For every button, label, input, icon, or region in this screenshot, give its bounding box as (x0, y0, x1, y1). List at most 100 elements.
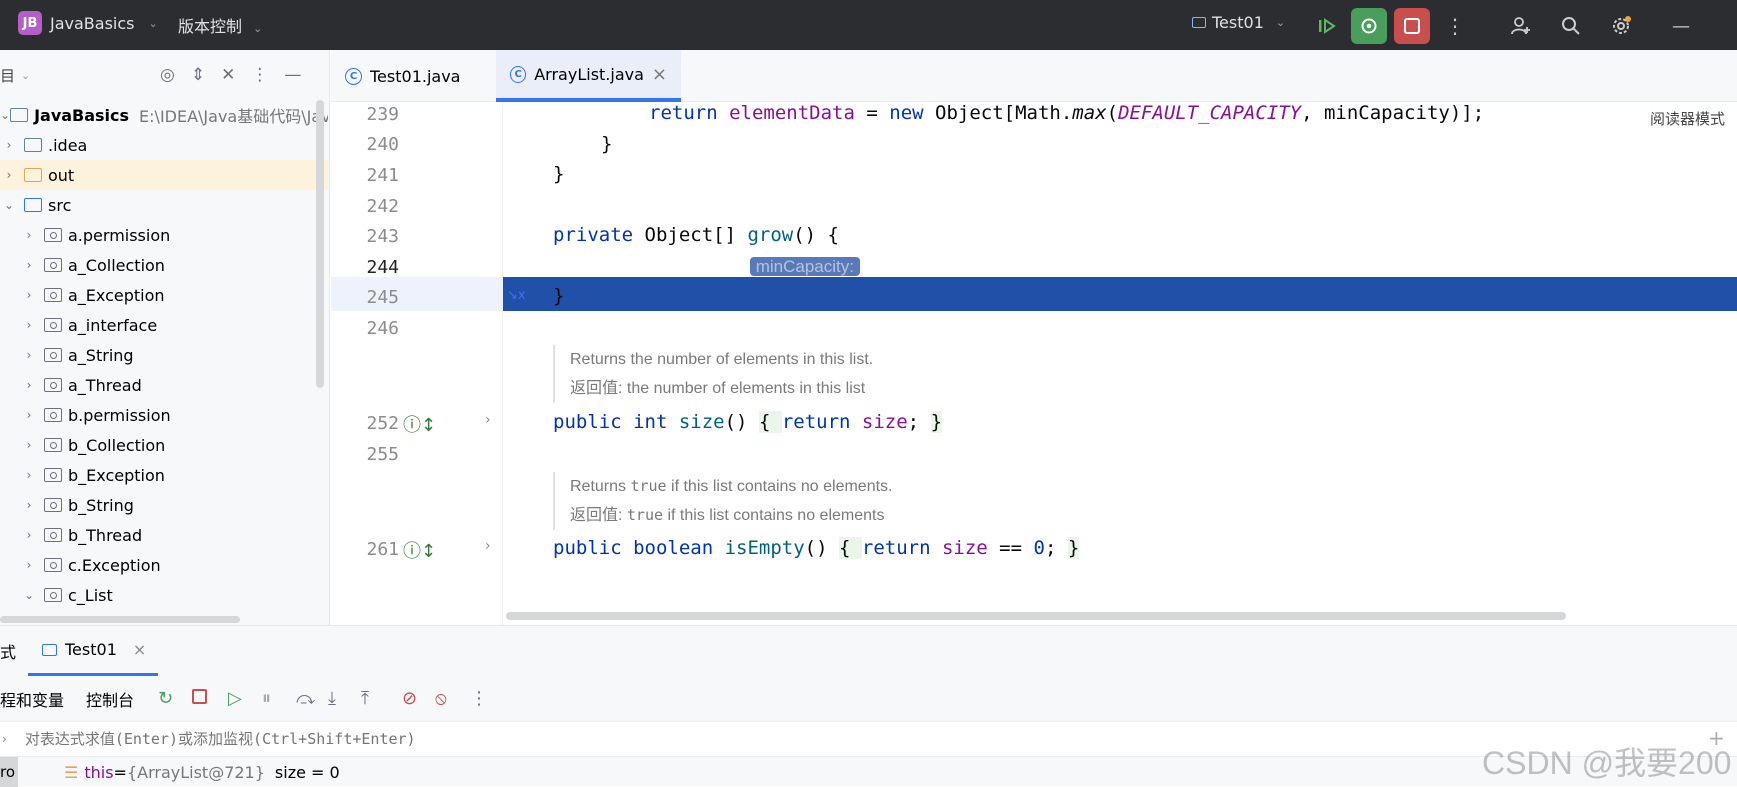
resume-icon[interactable]: ▷ (228, 688, 242, 709)
variable-extra: size = 0 (274, 762, 340, 782)
debug-header: 式 Test01 × (0, 626, 1737, 676)
line-number: 242 (366, 196, 399, 217)
chevron-right-icon[interactable]: › (2, 138, 16, 152)
tree-item[interactable]: › a_Thread (0, 370, 328, 400)
fold-chevron-icon[interactable]: › (485, 412, 491, 428)
package-icon (44, 408, 62, 422)
override-marker-icon[interactable]: ⓘ↕ (403, 537, 436, 563)
locate-icon[interactable]: ◎ (160, 65, 175, 85)
chevron-right-icon[interactable]: › (2, 168, 16, 182)
watermark: CSDN @我要200 (1482, 745, 1732, 781)
chevron-right-icon[interactable]: › (22, 438, 36, 452)
package-icon (44, 558, 62, 572)
tab-console[interactable]: 控制台 (86, 687, 134, 711)
line-number: 245 (366, 287, 399, 308)
more-icon[interactable]: ⋮ (470, 688, 488, 709)
tree-item-label: c.Exception (68, 555, 161, 575)
chevron-down-icon[interactable]: ⌄ (22, 588, 36, 602)
chevron-down-icon[interactable]: ⌄ (21, 69, 30, 82)
tree-item[interactable]: › .idea (0, 130, 328, 160)
step-out-icon[interactable]: ⤒ (361, 688, 369, 709)
tree-item[interactable]: › b.permission (0, 400, 328, 430)
settings-gear-icon[interactable] (1603, 8, 1639, 44)
chevron-right-icon[interactable]: › (22, 468, 36, 482)
editor-hscrollbar[interactable] (506, 612, 1566, 620)
view-breakpoints-icon[interactable]: ⊘ (402, 688, 417, 709)
project-panel: 目 ⌄ ◎ ⇕ ✕ ⋮ — ⌄ JavaBasics E:\IDEA\Java基… (0, 50, 330, 625)
module-folder-icon (10, 108, 29, 122)
search-icon[interactable] (1553, 8, 1589, 44)
chevron-right-icon[interactable]: › (22, 348, 36, 362)
vcs-menu[interactable]: 版本控制 ⌄ (178, 13, 262, 37)
tree-item[interactable]: › out (0, 160, 328, 190)
stop-icon[interactable] (192, 689, 207, 704)
more-icon[interactable]: ⋮ (251, 65, 268, 85)
collapse-all-icon[interactable]: ✕ (221, 65, 235, 85)
tab-arraylist[interactable]: C ArrayList.java × (496, 50, 681, 102)
code-editor[interactable]: 阅读器模式 239 240 241 242 243 244 245 246 25… (331, 102, 1737, 625)
tree-item[interactable]: › a_interface (0, 310, 328, 340)
line-number: 255 (366, 444, 399, 465)
step-into-icon[interactable]: ⤓ (328, 688, 336, 709)
expression-input[interactable] (24, 730, 1525, 748)
chevron-right-icon[interactable]: › (22, 318, 36, 332)
pause-icon[interactable]: ⏸ (262, 688, 271, 709)
tree-hscrollbar[interactable] (0, 616, 240, 623)
tree-item[interactable]: › c.Exception (0, 550, 328, 580)
tree-item[interactable]: › a_Exception (0, 280, 328, 310)
variable-row[interactable]: ro ☰ this = {ArrayList@721} size = 0 (0, 757, 1737, 787)
run-config-selector[interactable]: Test01 ⌄ (1192, 13, 1285, 32)
tree-item[interactable]: › b_Exception (0, 460, 328, 490)
tree-item[interactable]: ⌄ src (0, 190, 328, 220)
tab-test01[interactable]: C Test01.java (331, 50, 496, 102)
chevron-right-icon[interactable]: › (22, 498, 36, 512)
more-icon[interactable]: ⋮ (1437, 8, 1473, 44)
chevron-right-icon[interactable]: › (22, 558, 36, 572)
tree-item[interactable]: › a_String (0, 340, 328, 370)
close-icon[interactable]: × (133, 640, 146, 659)
expand-all-icon[interactable]: ⇕ (191, 65, 205, 85)
rerun-debug-button[interactable] (1351, 8, 1387, 44)
project-switcher[interactable]: JB JavaBasics ⌄ (18, 11, 158, 35)
tree-item[interactable]: ⌄ c_List (0, 580, 328, 610)
debug-panel: 式 Test01 × 程和变量 控制台 ↻ ▷ ⏸ ⤼ ⤓ ⤒ ⊘ ⦸ ⋮ › … (0, 625, 1737, 787)
step-over-icon[interactable]: ⤼ (296, 688, 315, 709)
chevron-right-icon[interactable]: › (22, 258, 36, 272)
excluded-folder-icon (24, 168, 42, 182)
tree-item-label: a_Thread (68, 375, 142, 395)
minimize-icon[interactable]: — (1663, 8, 1699, 44)
override-marker-icon[interactable]: ⓘ↕ (403, 411, 436, 437)
debug-title-fragment: 式 (0, 643, 17, 662)
tree-scrollbar[interactable] (316, 100, 324, 388)
variable-name: this (84, 762, 114, 782)
tree-item[interactable]: › a_Collection (0, 250, 328, 280)
package-icon (44, 288, 62, 302)
chevron-right-icon[interactable]: › (22, 378, 36, 392)
debug-session-tab[interactable]: Test01 × (28, 626, 158, 676)
stop-button[interactable] (1394, 8, 1430, 44)
tree-root[interactable]: ⌄ JavaBasics E:\IDEA\Java基础代码\Java (0, 100, 328, 130)
tree-item[interactable]: › b_Collection (0, 430, 328, 460)
add-user-icon[interactable] (1503, 8, 1539, 44)
resume-icon[interactable] (1309, 8, 1345, 44)
chevron-right-icon[interactable]: › (22, 528, 36, 542)
fold-chevron-icon[interactable]: › (485, 538, 491, 554)
class-icon: C (510, 65, 527, 83)
chevron-down-icon[interactable]: ⌄ (2, 198, 16, 212)
reader-mode-button[interactable]: 阅读器模式 (1650, 108, 1725, 129)
chevron-right-icon[interactable]: › (22, 228, 36, 242)
hide-icon[interactable]: — (284, 65, 301, 85)
tree-item[interactable]: › b_String (0, 490, 328, 520)
class-icon: C (345, 67, 362, 85)
tab-threads-variables[interactable]: 程和变量 (0, 687, 64, 711)
chevron-down-icon: ⌄ (1275, 16, 1286, 29)
chevron-right-icon[interactable]: › (22, 408, 36, 422)
tree-item[interactable]: › b_Thread (0, 520, 328, 550)
chevron-right-icon[interactable]: › (22, 288, 36, 302)
tree-item-label: b_Exception (68, 465, 165, 485)
close-icon[interactable]: × (652, 64, 667, 85)
tree-item[interactable]: › a.permission (0, 220, 328, 250)
rerun-icon[interactable]: ↻ (158, 688, 173, 709)
mute-breakpoints-icon[interactable]: ⦸ (435, 688, 447, 709)
chevron-down-icon[interactable]: ⌄ (0, 108, 10, 122)
